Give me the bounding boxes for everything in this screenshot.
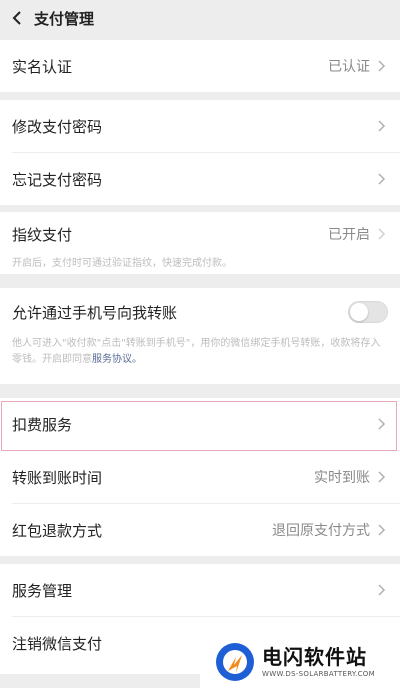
transfer-arrival-time-label: 转账到账时间 (12, 468, 103, 487)
service-agreement-link[interactable]: 服务协议。 (92, 354, 142, 365)
phone-transfer-description-text: 他人可进入"收付款"点击"转账到手机号"，用你的微信绑定手机号转账，收款将存入零… (12, 338, 381, 365)
fingerprint-pay-row[interactable]: 指纹支付 已开启 (0, 212, 400, 256)
real-name-auth-row[interactable]: 实名认证 已认证 (0, 40, 400, 92)
chevron-right-icon (378, 470, 388, 484)
red-packet-refund-label: 红包退款方式 (12, 521, 103, 540)
transfer-arrival-time-value: 实时到账 (314, 470, 370, 486)
nav-bar: 支付管理 (0, 0, 400, 36)
chevron-right-icon (378, 417, 388, 431)
chevron-right-icon (378, 172, 388, 186)
fingerprint-description: 开启后，支付时可通过验证指纹，快速完成付款。 (12, 258, 232, 269)
chevron-right-icon (378, 59, 388, 73)
chevron-right-icon (378, 523, 388, 537)
services-card: 扣费服务 转账到账时间 实时到账 红包退款方式 退回原支付方式 (0, 398, 400, 556)
page-title: 支付管理 (34, 9, 95, 28)
red-packet-refund-value: 退回原支付方式 (272, 523, 370, 539)
identity-card: 实名认证 已认证 (0, 40, 400, 92)
toggle-knob (350, 303, 368, 321)
change-password-label: 修改支付密码 (12, 117, 103, 136)
deduction-service-label: 扣费服务 (12, 415, 73, 434)
phone-transfer-label: 允许通过手机号向我转账 (12, 303, 178, 322)
change-password-row[interactable]: 修改支付密码 (0, 100, 400, 152)
site-watermark: 电闪软件站 WWW.DS-SOLARBATTERY.COM (200, 636, 400, 688)
real-name-auth-label: 实名认证 (12, 57, 73, 76)
chevron-right-icon (378, 119, 388, 133)
fingerprint-card: 指纹支付 已开启 开启后，支付时可通过验证指纹，快速完成付款。 (0, 212, 400, 274)
watermark-name: 电闪软件站 (262, 645, 367, 669)
service-management-row[interactable]: 服务管理 (0, 564, 400, 616)
phone-transfer-row: 允许通过手机号向我转账 (0, 288, 400, 336)
service-management-label: 服务管理 (12, 581, 73, 600)
watermark-url: WWW.DS-SOLARBATTERY.COM (262, 670, 375, 678)
forgot-password-label: 忘记支付密码 (12, 170, 103, 189)
phone-transfer-description: 他人可进入"收付款"点击"转账到手机号"，用你的微信绑定手机号转账，收款将存入零… (0, 336, 400, 368)
real-name-auth-status: 已认证 (328, 59, 370, 75)
fingerprint-pay-label: 指纹支付 (12, 225, 73, 244)
phone-transfer-card: 允许通过手机号向我转账 他人可进入"收付款"点击"转账到手机号"，用你的微信绑定… (0, 288, 400, 384)
forgot-password-row[interactable]: 忘记支付密码 (0, 153, 400, 205)
phone-transfer-toggle[interactable] (348, 301, 388, 323)
site-logo-icon (216, 643, 254, 681)
chevron-right-icon (378, 227, 388, 241)
chevron-right-icon (378, 583, 388, 597)
back-arrow-icon[interactable] (12, 11, 26, 25)
watermark-text: 电闪软件站 WWW.DS-SOLARBATTERY.COM (262, 645, 375, 679)
fingerprint-pay-status: 已开启 (328, 227, 370, 243)
deduction-service-row[interactable]: 扣费服务 (0, 398, 400, 450)
red-packet-refund-row[interactable]: 红包退款方式 退回原支付方式 (0, 504, 400, 556)
password-card: 修改支付密码 忘记支付密码 (0, 100, 400, 205)
transfer-arrival-time-row[interactable]: 转账到账时间 实时到账 (0, 451, 400, 503)
